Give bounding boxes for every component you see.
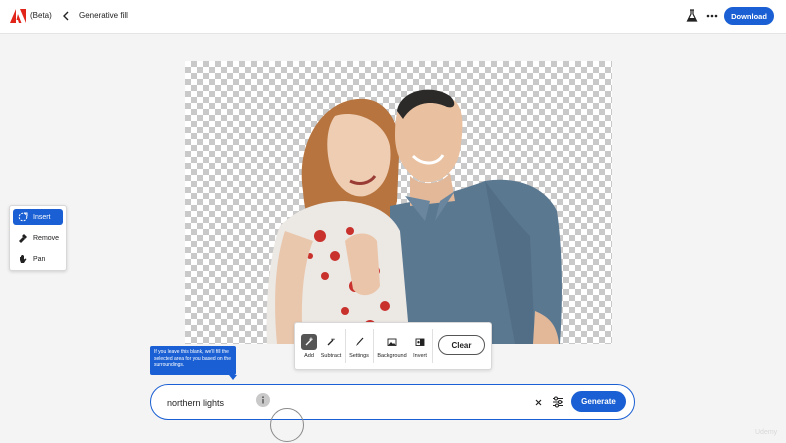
flask-icon[interactable] [686,9,698,23]
info-icon [262,396,264,404]
settings-button[interactable]: Settings [348,328,370,364]
toolbar-divider [373,329,374,363]
clear-prompt-button[interactable] [532,396,544,408]
invert-button[interactable]: Invert [411,328,429,364]
add-button[interactable]: Add [299,328,319,364]
more-horizontal-icon [706,14,718,18]
toolbar-divider [432,329,433,363]
toolbar-label: Add [304,353,314,359]
remove-tool-button[interactable]: Remove [13,230,63,246]
invert-selection-icon [412,334,428,350]
pan-tool-button[interactable]: Pan [13,251,63,267]
toolbar-label: Background [377,353,407,359]
toolbar-label: Invert [413,353,427,359]
top-bar: (Beta) Generative fill Download [0,0,786,34]
info-button[interactable] [256,393,270,407]
tool-panel: Insert Remove Pan [9,205,67,271]
toolbar-label: Settings [349,353,369,359]
subtract-button[interactable]: Subtract [320,328,342,364]
cursor-ring [270,408,304,442]
add-brush-icon [301,334,317,350]
toolbar-divider [345,329,346,363]
beta-badge: (Beta) [30,11,52,20]
back-button[interactable] [60,8,72,24]
pan-hand-icon [17,253,29,265]
tool-label: Remove [33,234,60,242]
adobe-logo-icon [10,9,26,23]
brush-settings-icon [351,334,367,350]
background-button[interactable]: Background [377,328,407,364]
download-button[interactable]: Download [724,7,774,25]
more-options-button[interactable] [704,9,720,23]
insert-icon [17,211,29,223]
generate-button[interactable]: Generate [571,391,626,412]
subtract-brush-icon [323,334,339,350]
chevron-left-icon [63,11,69,21]
page-title: Generative fill [79,11,128,20]
prompt-bar: Generate [150,384,635,420]
remove-icon [17,232,29,244]
clear-button[interactable]: Clear [438,335,485,355]
tool-label: Pan [33,255,46,263]
close-icon [535,399,541,405]
sliders-icon[interactable] [551,395,565,409]
image-canvas[interactable] [185,61,612,344]
prompt-tooltip: If you leave this blank, we'll fill the … [150,346,237,380]
selection-toolbar: Add Subtract Settings Background Invert … [294,322,492,370]
watermark: Udemy [755,429,778,436]
subject-photo [266,89,562,344]
tool-label: Insert [33,213,51,221]
toolbar-label: Subtract [320,353,342,359]
insert-tool-button[interactable]: Insert [13,209,63,225]
background-image-icon [384,334,400,350]
